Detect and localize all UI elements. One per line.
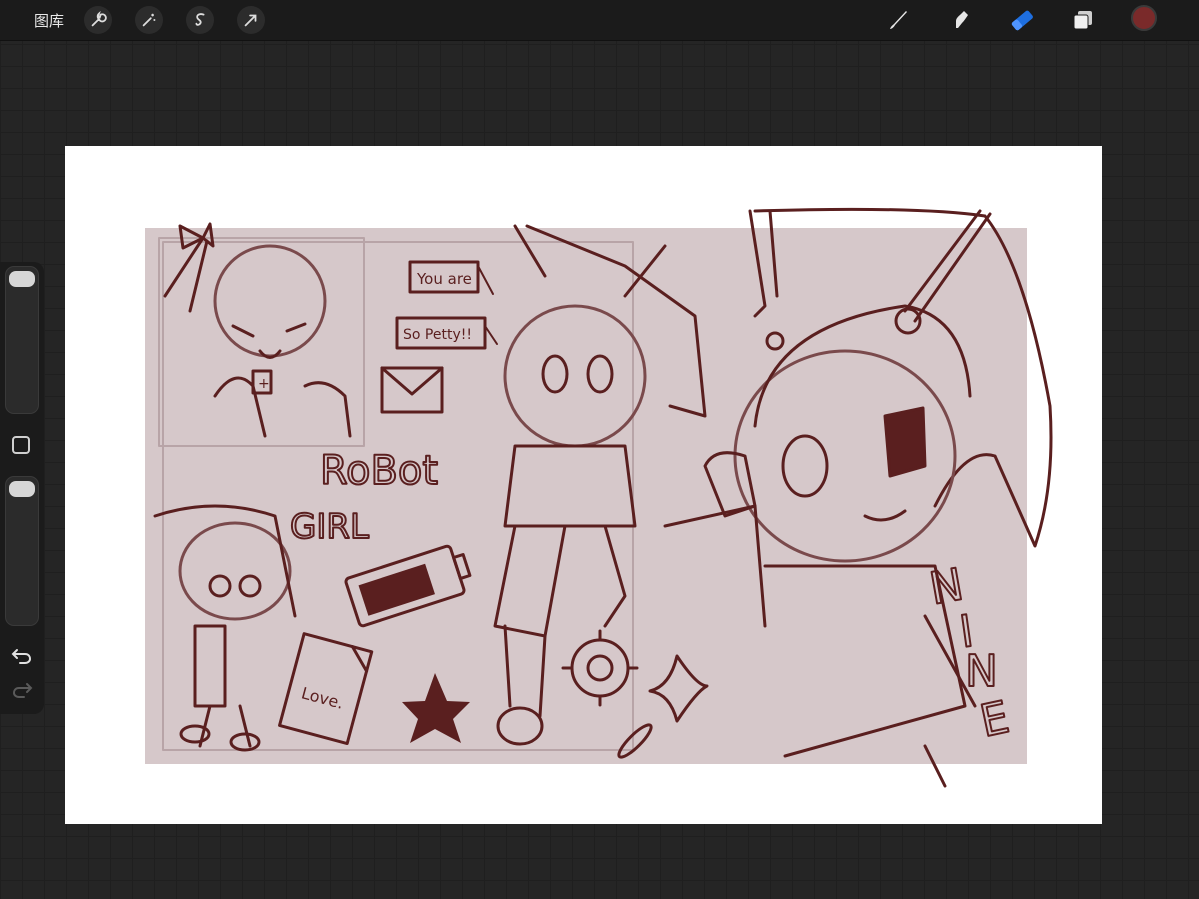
opacity-slider[interactable] xyxy=(5,476,39,626)
selection-icon[interactable] xyxy=(186,6,214,34)
nine-letter-3: N xyxy=(965,646,998,697)
sidebar xyxy=(0,262,44,714)
speech-text-1: You are xyxy=(416,270,472,288)
svg-text:+: + xyxy=(258,376,270,392)
magic-wand-icon[interactable] xyxy=(135,6,163,34)
color-picker-swatch[interactable] xyxy=(1131,5,1157,31)
robot-text: RoBot xyxy=(320,448,438,494)
speech-text-2: So Petty!! xyxy=(403,327,472,343)
undo-icon[interactable] xyxy=(10,646,34,666)
layers-icon[interactable] xyxy=(1069,6,1097,34)
transform-arrow-icon[interactable] xyxy=(237,6,265,34)
brush-icon[interactable] xyxy=(884,6,912,34)
smudge-icon[interactable] xyxy=(946,6,974,34)
brush-size-handle[interactable] xyxy=(9,271,35,287)
modify-button[interactable] xyxy=(12,436,30,454)
gallery-button[interactable]: 图库 xyxy=(34,10,64,31)
brush-size-slider[interactable] xyxy=(5,266,39,414)
wrench-icon[interactable] xyxy=(84,6,112,34)
redo-icon[interactable] xyxy=(10,680,34,700)
top-toolbar: 图库 xyxy=(0,0,1199,41)
eraser-icon[interactable] xyxy=(1008,6,1036,34)
opacity-handle[interactable] xyxy=(9,481,35,497)
girl-text: GIRL xyxy=(290,507,369,547)
artwork: + You are So Petty!! RoBot GIRL Love. N … xyxy=(145,207,1053,788)
drawing-canvas[interactable]: + You are So Petty!! RoBot GIRL Love. N … xyxy=(65,146,1102,824)
